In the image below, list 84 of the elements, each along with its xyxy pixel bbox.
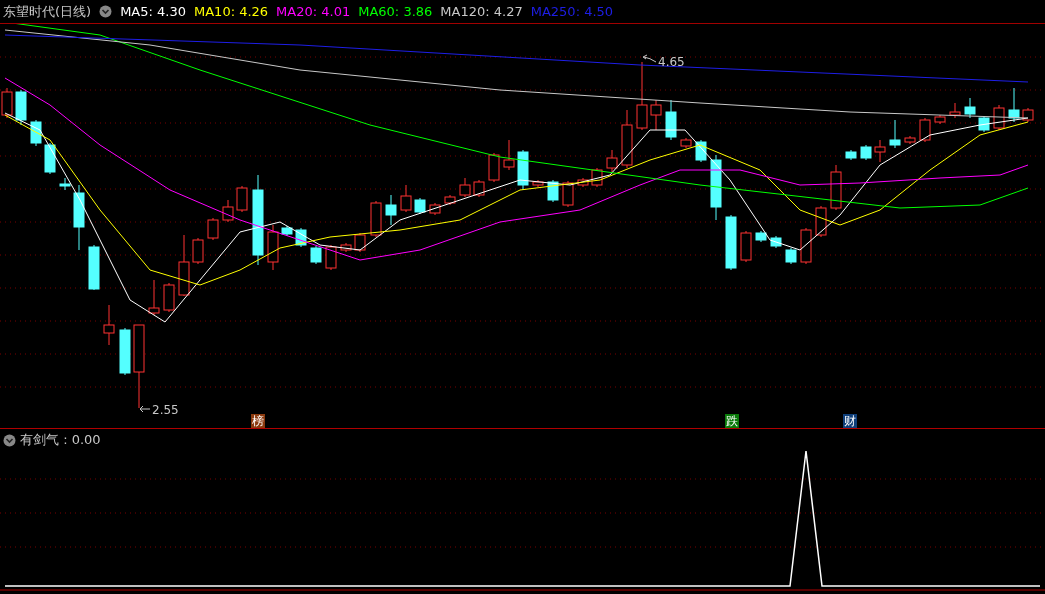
candlestick [354, 232, 366, 253]
candlestick [904, 135, 916, 145]
signal-tag: 财 [843, 414, 857, 428]
candlestick [800, 227, 812, 265]
candlestick [88, 244, 100, 291]
candlestick [444, 194, 456, 206]
ma-legend: MA20: 4.01 [276, 4, 351, 19]
candlestick [650, 99, 662, 131]
candlestick [178, 234, 190, 297]
ma-legend: MA60: 3.86 [358, 4, 433, 19]
candlestick [148, 279, 160, 316]
candlestick [267, 224, 279, 271]
candlestick [400, 184, 412, 213]
candlestick [30, 119, 42, 147]
candlestick [547, 179, 559, 203]
arrow-icon [139, 405, 151, 413]
candlestick [325, 244, 337, 271]
signal-tag: 榜 [251, 414, 265, 428]
candlestick [73, 184, 85, 251]
candlestick [488, 152, 500, 183]
candlestick [770, 235, 782, 249]
ma-legend: MA120: 4.27 [440, 4, 523, 19]
candlestick [281, 225, 293, 237]
candlestick [222, 199, 234, 223]
chevron-icon[interactable] [99, 5, 113, 18]
candlestick [103, 304, 115, 346]
candlestick [207, 217, 219, 241]
candlestick [830, 164, 842, 211]
candlestick [236, 185, 248, 213]
candlestick [919, 117, 931, 143]
candlestick [889, 119, 901, 149]
candlestick [978, 115, 990, 133]
ma-legend: MA5: 4.30 [120, 4, 186, 19]
candlestick [473, 179, 485, 198]
candlestick [993, 104, 1005, 131]
candlestick [310, 245, 322, 265]
price-label: 4.65 [658, 55, 685, 69]
candlestick [591, 167, 603, 188]
candlestick [517, 149, 529, 191]
candlestick [636, 61, 648, 131]
arrow-icon [642, 54, 657, 63]
candlestick [1022, 107, 1034, 123]
indicator-title: 有剑气 : 0.00 [20, 431, 101, 449]
candlestick [340, 242, 352, 253]
candlestick [949, 102, 961, 119]
candlestick [562, 180, 574, 208]
candlestick [192, 237, 204, 265]
candlestick [429, 202, 441, 216]
stock-title: 东望时代(日线) [3, 2, 92, 21]
candlestick [1008, 87, 1020, 123]
candlestick [606, 149, 618, 173]
candlestick [710, 154, 722, 221]
ma-legend: MA10: 4.26 [194, 4, 269, 19]
candlestick [15, 89, 27, 126]
candlestick [503, 139, 515, 171]
candlestick [755, 230, 767, 243]
candlestick [740, 230, 752, 263]
candlestick [665, 99, 677, 141]
candlestick [44, 142, 56, 175]
candlestick [370, 200, 382, 238]
candlestick [874, 139, 886, 163]
price-label: 2.55 [152, 403, 179, 417]
candlestick [860, 144, 872, 161]
candlestick [964, 97, 976, 119]
candlestick [845, 149, 857, 161]
candlestick [695, 139, 707, 163]
candlestick [934, 114, 946, 125]
candlestick [119, 327, 131, 376]
candlestick [532, 179, 544, 188]
candlestick [815, 205, 827, 238]
candlestick [414, 197, 426, 215]
signal-tag: 跌 [725, 414, 739, 428]
ma-legend: MA250: 4.50 [530, 4, 614, 19]
candlestick [459, 177, 471, 198]
candlestick [621, 109, 633, 169]
candlestick [725, 214, 737, 271]
chevron-icon[interactable] [3, 433, 16, 447]
candlestick [59, 177, 71, 191]
candlestick [163, 282, 175, 313]
candlestick [680, 137, 692, 149]
candlestick [577, 177, 589, 188]
candlestick [385, 194, 397, 226]
candlestick [295, 227, 307, 248]
candlestick [785, 247, 797, 265]
